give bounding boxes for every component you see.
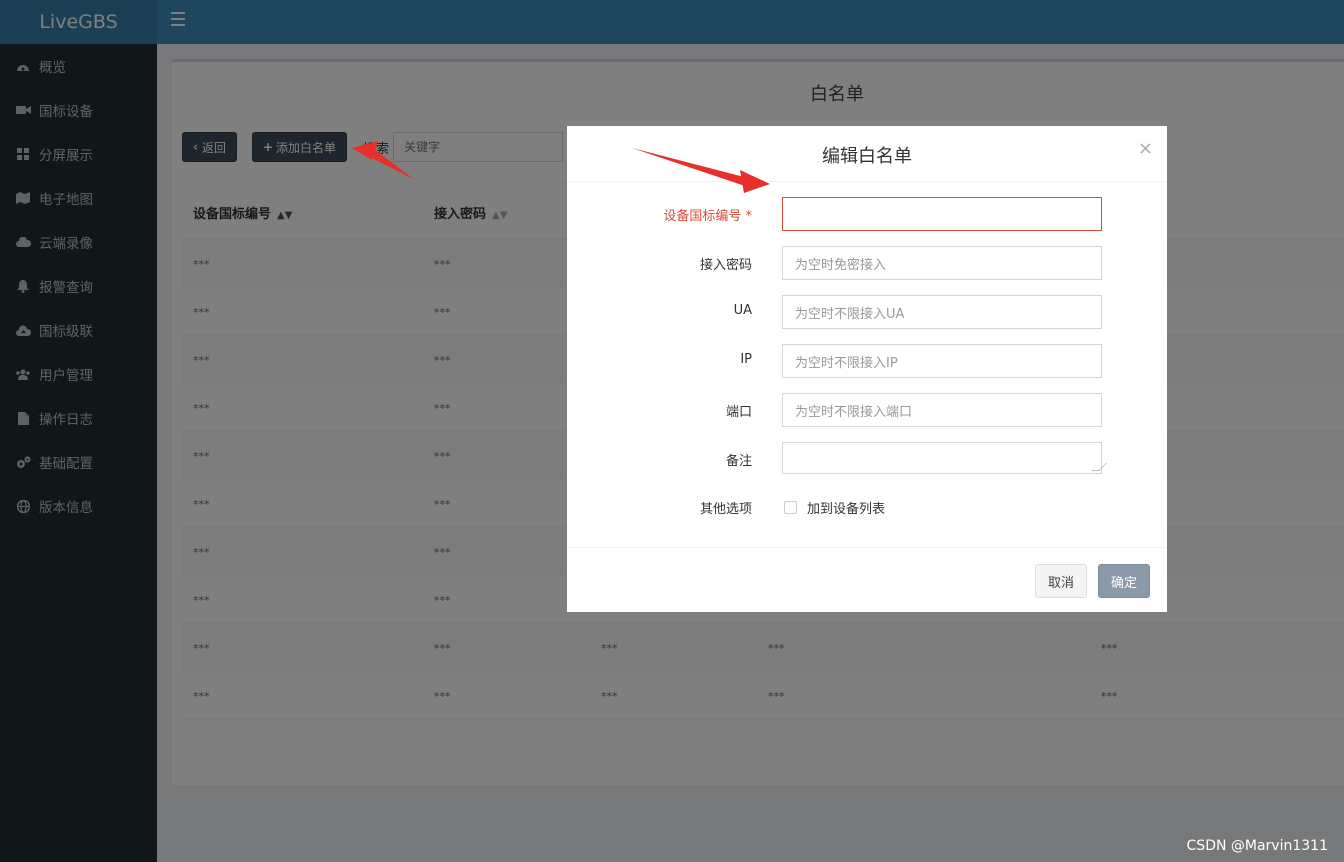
port-label: 端口 [725, 405, 752, 420]
cancel-button[interactable]: 取消 [1035, 564, 1088, 598]
device-id-label: 设备国标编号 * [663, 209, 752, 224]
remark-textarea[interactable] [782, 442, 1107, 474]
close-icon[interactable]: × [1138, 138, 1153, 159]
ip-label: IP [740, 352, 752, 367]
resize-handle-icon[interactable] [1091, 463, 1107, 471]
remark-row: 备注 [567, 442, 1167, 476]
ua-row: UA 为空时不限接入UA [567, 295, 1167, 329]
modal-header: 编辑白名单 × [567, 126, 1167, 182]
password-label: 接入密码 [699, 258, 752, 273]
add-to-device-list-checkbox[interactable] [784, 501, 797, 514]
ua-input[interactable]: 为空时不限接入UA [782, 295, 1102, 329]
ip-input[interactable]: 为空时不限接入IP [782, 344, 1102, 378]
edit-whitelist-modal: 编辑白名单 × 设备国标编号 * 接入密码 为空时免密接入 UA 为空时不限接入… [567, 126, 1167, 612]
add-to-device-list-label[interactable]: 加到设备列表 [807, 498, 885, 517]
modal-footer: 取消 确定 [567, 547, 1167, 612]
device-id-row: 设备国标编号 * [567, 197, 1167, 231]
remark-label: 备注 [725, 454, 752, 469]
device-id-input[interactable] [782, 197, 1102, 231]
confirm-button[interactable]: 确定 [1098, 564, 1151, 598]
watermark: CSDN @Marvin1311 [1186, 838, 1328, 854]
password-input[interactable]: 为空时免密接入 [782, 246, 1102, 280]
password-row: 接入密码 为空时免密接入 [567, 246, 1167, 280]
other-options-label: 其他选项 [699, 502, 752, 517]
modal-title: 编辑白名单 [822, 146, 912, 167]
ua-label: UA [733, 303, 752, 318]
ip-row: IP 为空时不限接入IP [567, 344, 1167, 378]
other-options-row: 其他选项 加到设备列表 [567, 490, 1167, 524]
port-input[interactable]: 为空时不限接入端口 [782, 393, 1102, 427]
port-row: 端口 为空时不限接入端口 [567, 393, 1167, 427]
